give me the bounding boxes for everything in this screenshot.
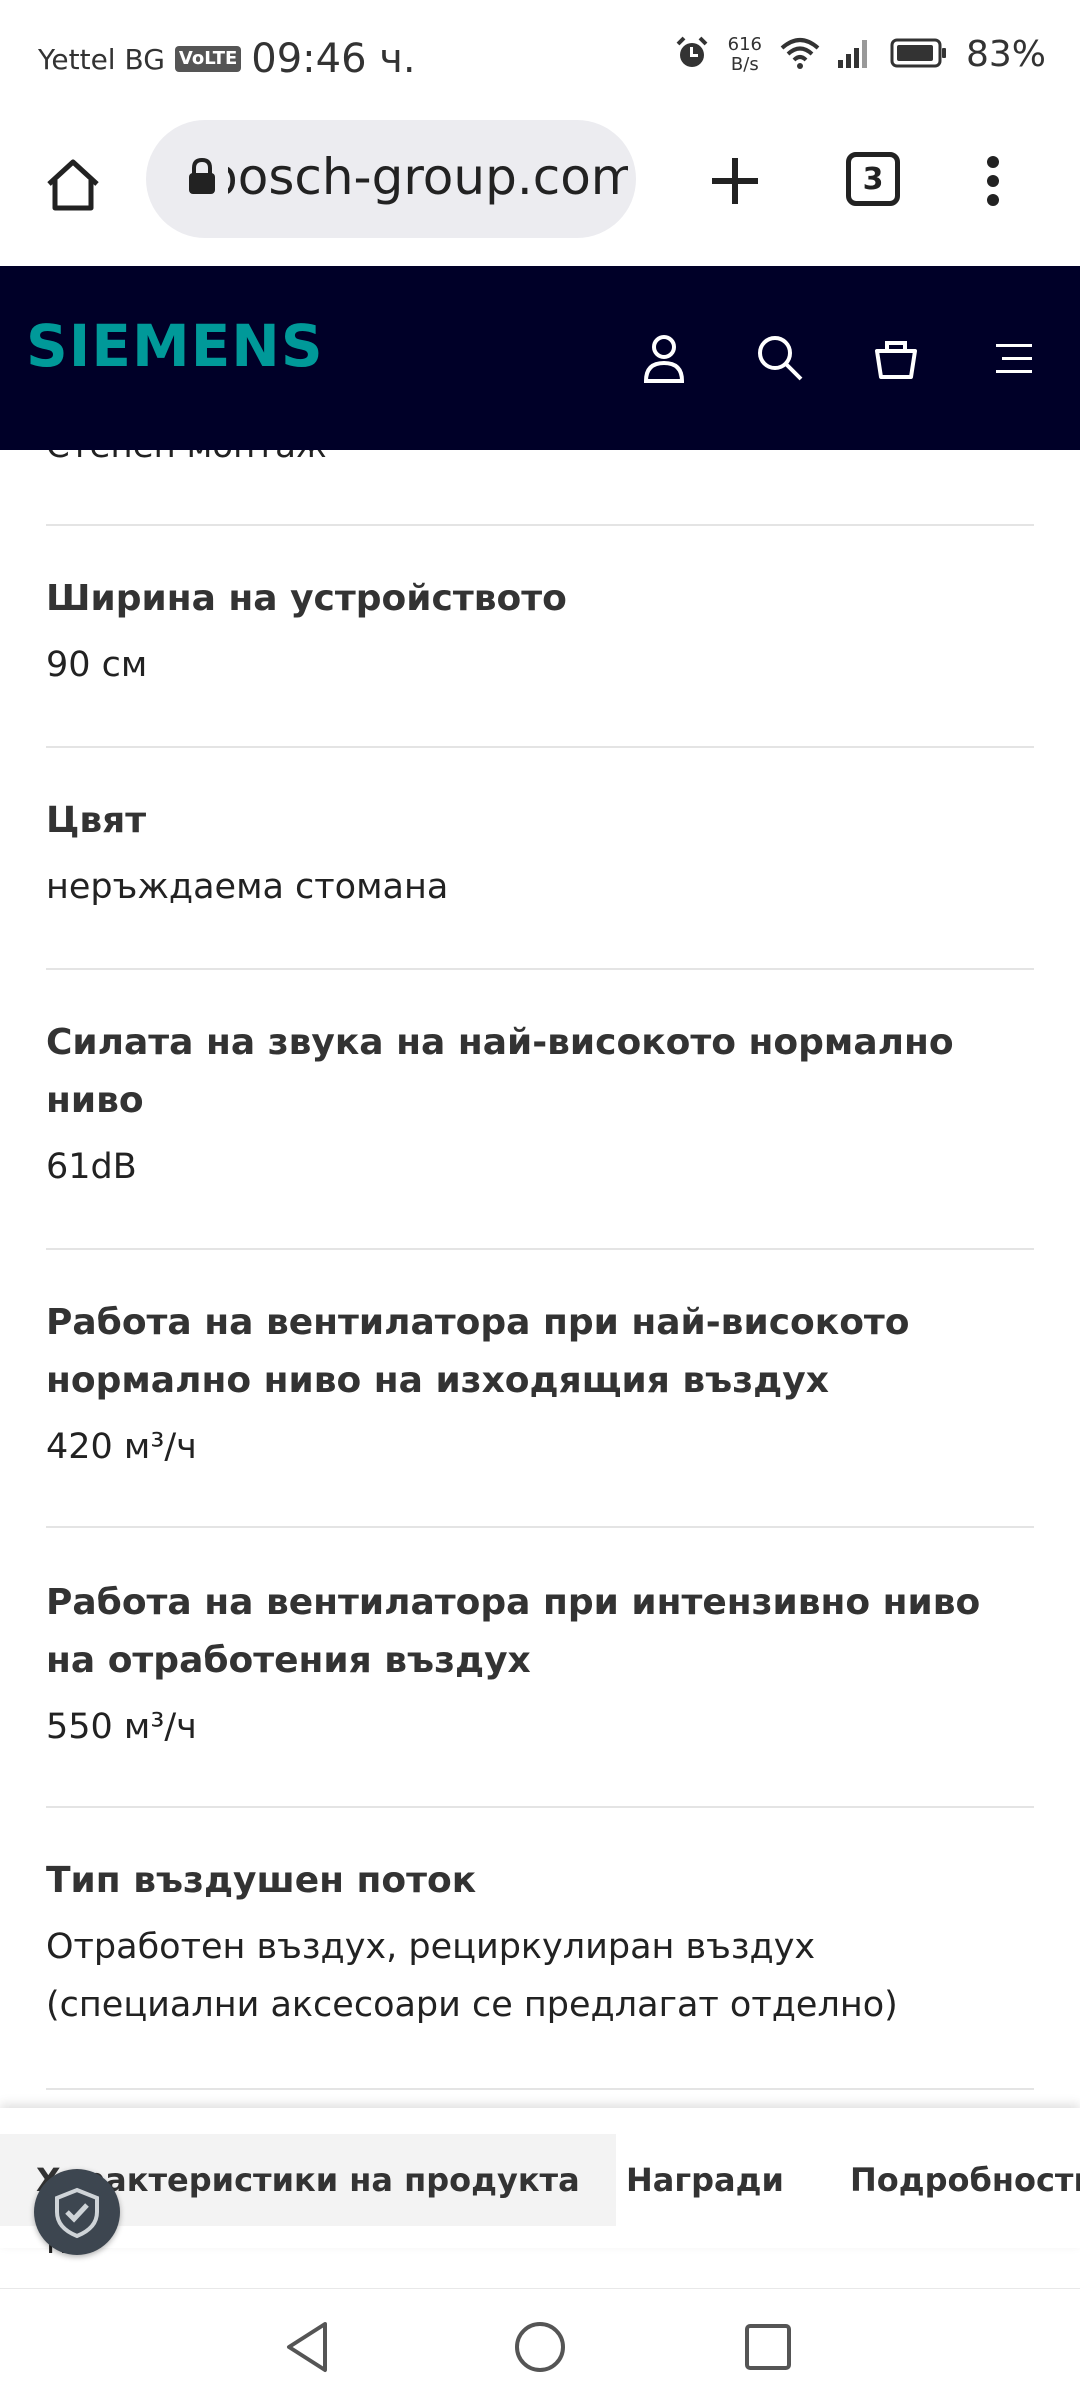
lock-icon <box>186 156 218 200</box>
plus-icon <box>712 158 758 204</box>
basket-icon <box>875 341 917 379</box>
divider <box>46 1806 1034 1808</box>
search-button[interactable] <box>750 328 810 388</box>
shield-check-icon <box>55 2187 99 2239</box>
divider <box>46 968 1034 970</box>
battery-icon <box>890 38 948 72</box>
alarm-icon <box>674 35 710 75</box>
divider <box>46 524 1034 526</box>
browser-menu-button[interactable] <box>968 146 1018 216</box>
site-header: SIEMENS <box>0 266 1080 450</box>
spec-label: Работа на вентилатора при интензивно нив… <box>46 1582 981 1681</box>
recents-button[interactable] <box>738 2317 798 2377</box>
spec-label: Работа на вентилатора при най-високото н… <box>46 1302 910 1401</box>
signal-icon <box>837 38 872 72</box>
divider <box>46 1526 1034 1528</box>
partial-spec-value: Стенен монтаж <box>46 450 327 466</box>
search-icon <box>758 336 803 381</box>
recents-square-icon <box>745 2324 791 2370</box>
spec-value: неръждаема стомана <box>46 867 449 907</box>
clock: 09:46 ч. <box>251 36 416 82</box>
spec-value: 420 м³/ч <box>46 1427 197 1467</box>
basket-button[interactable] <box>866 328 926 388</box>
divider <box>46 1248 1034 1250</box>
spec-item: Тип въздушен поток Отработен въздух, рец… <box>46 1852 1036 2034</box>
spec-item: Цвят неръждаема стомана <box>46 792 1036 916</box>
spec-item: Силата на звука на най-високото нормално… <box>46 1014 1036 1196</box>
spec-item: Работа на вентилатора при интензивно нив… <box>46 1574 1036 1756</box>
carrier-name: Yettel BG <box>38 42 165 76</box>
back-triangle-icon <box>287 2322 327 2372</box>
spec-label: Тип въздушен поток <box>46 1860 477 1901</box>
tab-switcher-button[interactable]: 3 <box>846 152 900 206</box>
hamburger-menu-button[interactable] <box>982 328 1042 388</box>
tab-count: 3 <box>862 161 884 197</box>
divider <box>46 2088 1034 2090</box>
home-circle-icon <box>515 2322 565 2372</box>
user-icon <box>643 335 685 383</box>
spec-item: Работа на вентилатора при най-високото н… <box>46 1294 1036 1476</box>
menu-icon <box>996 344 1032 373</box>
tab-awards[interactable]: Награди <box>626 2134 784 2226</box>
home-icon <box>47 159 99 211</box>
home-nav-button[interactable] <box>510 2317 570 2377</box>
siemens-logo[interactable]: SIEMENS <box>26 312 324 380</box>
system-nav-bar <box>0 2288 1080 2401</box>
spec-item: Ширина на устройството 90 см <box>46 570 1036 694</box>
browser-toolbar: bosch-group.com 3 <box>0 110 1080 266</box>
product-specs: Стенен монтаж Ширина на устройството 90 … <box>0 450 1080 2110</box>
spec-value: Отработен въздух, рециркулиран въздух (с… <box>46 1927 898 2025</box>
product-tab-strip: Характеристики на продукта Награди Подро… <box>0 2108 1080 2248</box>
new-tab-button[interactable] <box>700 146 770 216</box>
spec-value: 550 м³/ч <box>46 1707 197 1747</box>
spec-label: Цвят <box>46 800 147 841</box>
spec-label: Ширина на устройството <box>46 578 567 619</box>
spec-value: 90 см <box>46 645 148 685</box>
spec-label: Силата на звука на най-високото нормално… <box>46 1022 954 1121</box>
address-bar[interactable]: bosch-group.com <box>146 120 636 238</box>
url-text: bosch-group.com <box>228 148 628 206</box>
battery-percent: 83% <box>965 34 1046 75</box>
net-speed: 616 B/s <box>727 33 762 75</box>
volte-badge: VoLTE <box>174 46 242 72</box>
privacy-shield-button[interactable] <box>34 2169 120 2255</box>
back-button[interactable] <box>278 2317 338 2377</box>
tab-details[interactable]: Подробности <box>850 2134 1080 2226</box>
wifi-icon <box>780 36 820 74</box>
divider <box>46 746 1034 748</box>
account-button[interactable] <box>634 328 694 388</box>
status-bar: Yettel BG VoLTE 09:46 ч. 616 B/s 83% <box>0 0 1080 110</box>
spec-value: 61dB <box>46 1147 137 1187</box>
more-vertical-icon <box>987 156 999 206</box>
home-button[interactable] <box>38 150 108 220</box>
